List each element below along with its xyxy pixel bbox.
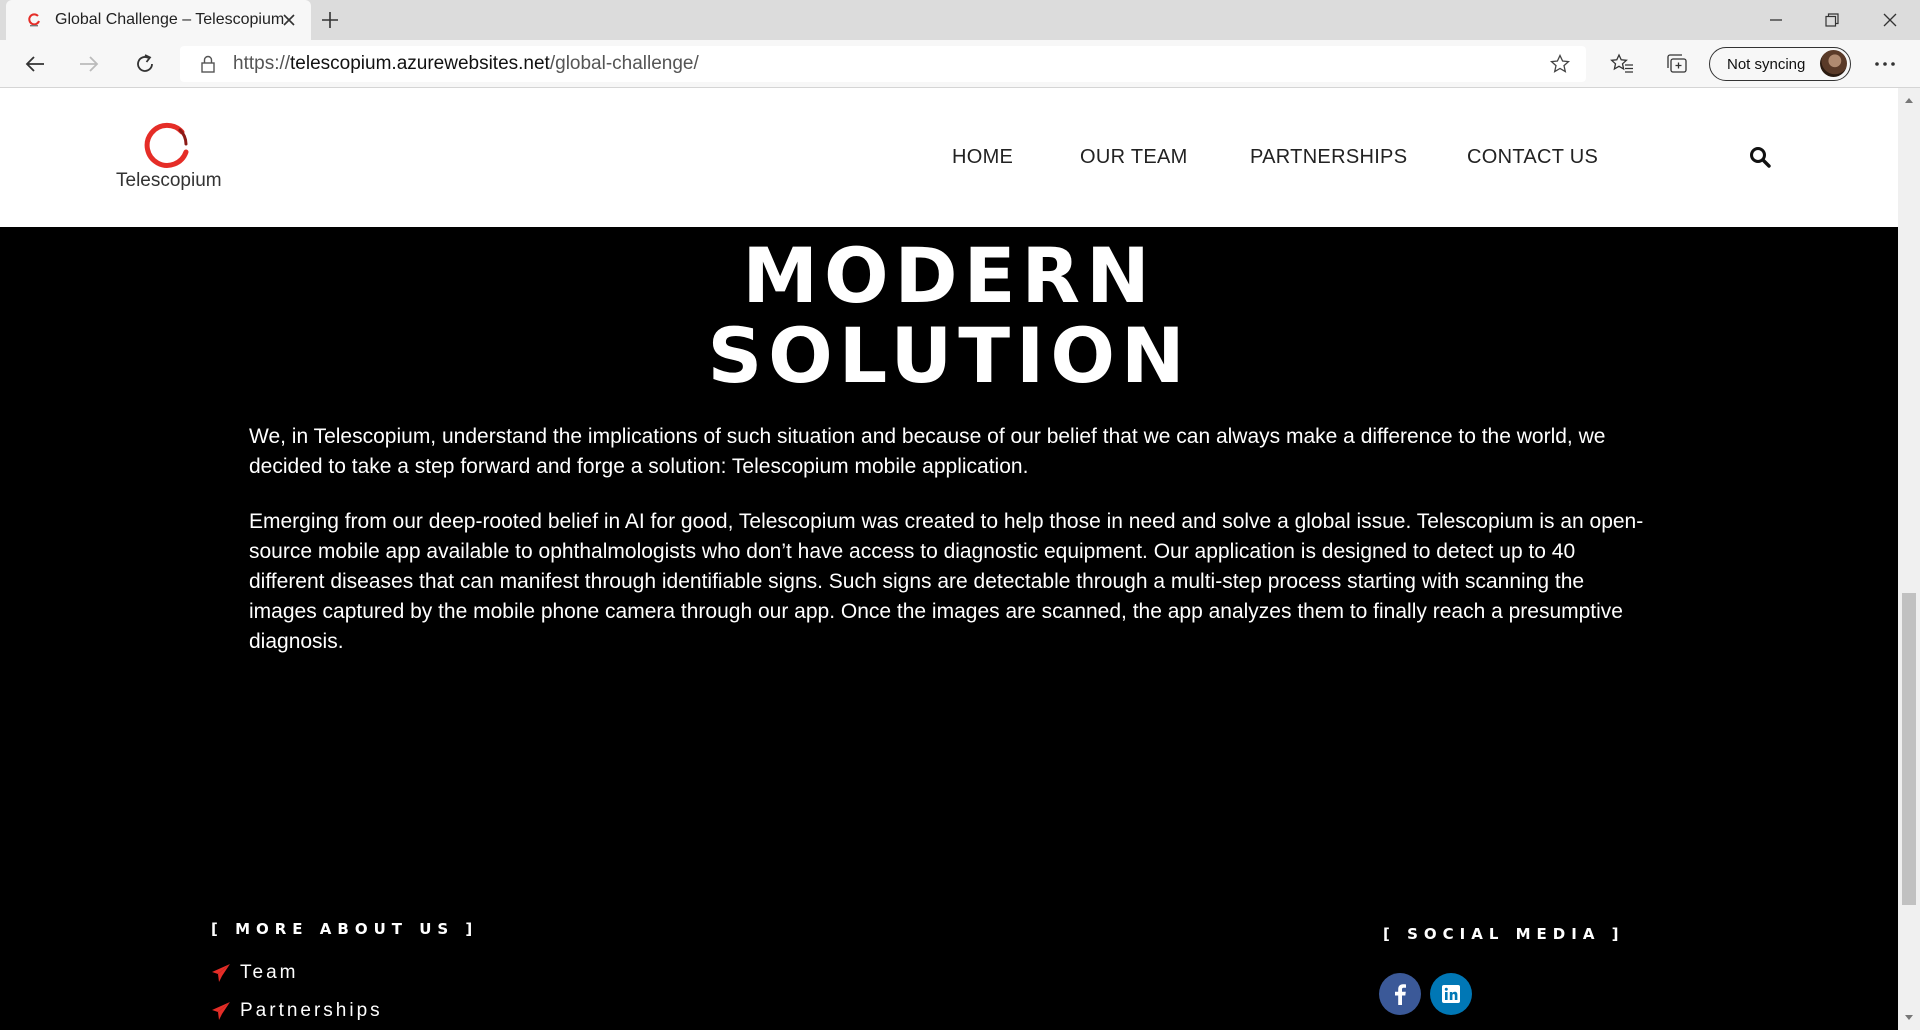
back-arrow-icon[interactable] xyxy=(17,46,53,82)
favorites-icon[interactable] xyxy=(1607,49,1637,79)
tab-title: Global Challenge – Telescopium xyxy=(55,11,285,28)
url-text: https://telescopium.azurewebsites.net/gl… xyxy=(233,53,699,75)
url-host: telescopium.azurewebsites.net xyxy=(290,53,550,74)
footer-link-label: Team xyxy=(240,962,299,983)
footer-link-partnerships[interactable]: Partnerships xyxy=(211,1000,383,1022)
browser-toolbar: https://telescopium.azurewebsites.net/gl… xyxy=(0,40,1920,88)
avatar xyxy=(1820,50,1847,77)
url-path: /global-challenge/ xyxy=(549,53,699,74)
linkedin-button[interactable] xyxy=(1430,973,1472,1015)
search-icon[interactable] xyxy=(1746,143,1774,171)
more-about-us-heading: [ MORE ABOUT US ] xyxy=(211,920,479,938)
linkedin-icon xyxy=(1442,985,1460,1003)
hero-title-line-2: SOLUTION xyxy=(707,311,1191,400)
intro-paragraph: We, in Telescopium, understand the impli… xyxy=(249,425,1606,478)
restore-icon[interactable] xyxy=(1804,0,1860,40)
forward-arrow-icon[interactable] xyxy=(71,46,107,82)
page-scrollbar[interactable] xyxy=(1898,88,1920,1030)
paper-plane-icon xyxy=(211,963,231,983)
facebook-button[interactable] xyxy=(1379,973,1421,1015)
sync-label: Not syncing xyxy=(1727,55,1806,73)
hero-title: MODERN SOLUTION xyxy=(0,236,1898,396)
hero-title-line-1: MODERN xyxy=(742,231,1156,320)
window-close-icon[interactable] xyxy=(1862,0,1918,40)
address-bar[interactable]: https://telescopium.azurewebsites.net/gl… xyxy=(180,46,1586,82)
nav-home[interactable]: HOME xyxy=(952,146,1013,169)
paper-plane-icon xyxy=(211,1001,231,1021)
star-icon[interactable] xyxy=(1548,52,1572,76)
site-logo[interactable]: Telescopium xyxy=(116,122,222,194)
nav-contact-us[interactable]: CONTACT US xyxy=(1467,146,1598,169)
url-scheme: https:// xyxy=(233,53,291,74)
minimize-icon[interactable] xyxy=(1748,0,1804,40)
scroll-down-icon[interactable] xyxy=(1903,1012,1915,1024)
social-media-heading: [ SOCIAL MEDIA ] xyxy=(1383,925,1625,943)
browser-tab[interactable]: Global Challenge – Telescopium xyxy=(6,0,311,40)
plus-icon[interactable] xyxy=(316,6,344,34)
scroll-thumb[interactable] xyxy=(1902,593,1916,905)
nav-partnerships[interactable]: PARTNERSHIPS xyxy=(1250,146,1407,169)
facebook-icon xyxy=(1395,984,1406,1005)
collections-icon[interactable] xyxy=(1662,49,1692,79)
lock-icon[interactable] xyxy=(198,54,218,74)
site-header: Telescopium HOME OUR TEAM PARTNERSHIPS C… xyxy=(0,88,1898,227)
more-icon[interactable] xyxy=(1870,49,1900,79)
scroll-up-icon[interactable] xyxy=(1903,94,1915,106)
close-icon[interactable] xyxy=(277,8,301,32)
description-paragraph: Emerging from our deep-rooted belief in … xyxy=(249,510,1644,653)
footer-link-label: Partnerships xyxy=(240,1000,383,1021)
logo-ring-icon xyxy=(144,122,189,168)
logo-text: Telescopium xyxy=(116,170,222,191)
telescopium-favicon-icon xyxy=(26,12,42,28)
browser-tab-bar: Global Challenge – Telescopium xyxy=(0,0,1920,40)
footer-link-team[interactable]: Team xyxy=(211,962,298,984)
refresh-icon[interactable] xyxy=(127,46,163,82)
nav-our-team[interactable]: OUR TEAM xyxy=(1080,146,1188,169)
sync-button[interactable]: Not syncing xyxy=(1709,47,1851,81)
